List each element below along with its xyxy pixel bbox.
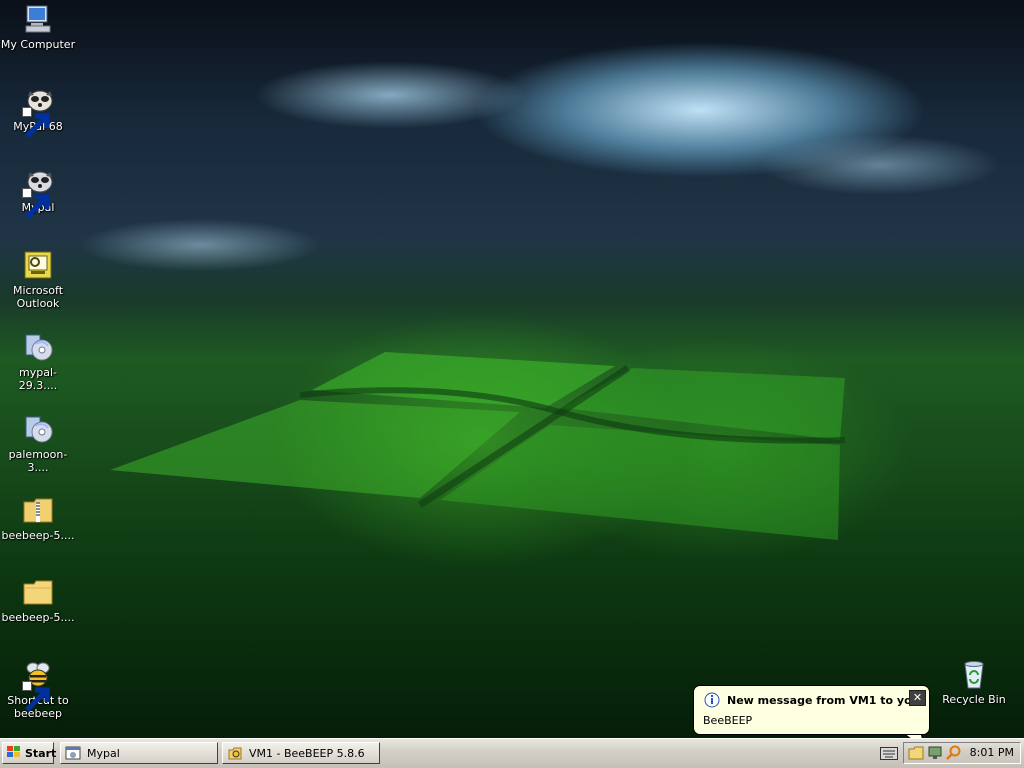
start-label: Start <box>25 746 57 760</box>
taskbar: Start Mypal VM1 - BeeBEEP 5.8.6 8:01 PM <box>0 738 1024 768</box>
notification-body: BeeBEEP <box>703 714 753 727</box>
folder-icon <box>22 576 54 608</box>
beebeep-icon <box>228 747 242 760</box>
start-button[interactable]: Start <box>2 742 57 764</box>
desktop-icon-shortcut-beebeep[interactable]: Shortcut to beebeep <box>0 659 76 720</box>
windows-logo-icon <box>6 745 22 762</box>
raccoon-icon <box>22 85 54 138</box>
recycle-bin-icon <box>958 658 990 690</box>
desktop-icon-label: beebeep-5.... <box>1 529 75 542</box>
desktop-icon-label: mypal-29.3.... <box>18 366 58 392</box>
notification-title: New message from VM1 to you <box>727 694 920 707</box>
zip-folder-icon <box>22 494 54 526</box>
installer-icon <box>22 331 54 363</box>
shortcut-arrow-icon <box>22 188 50 219</box>
info-icon <box>704 692 720 708</box>
keyboard-icon[interactable] <box>880 747 898 760</box>
desktop-icon-beebeep-folder[interactable]: beebeep-5.... <box>0 576 76 624</box>
desktop-icon-mypal[interactable]: Mypal <box>0 166 76 219</box>
raccoon-icon <box>22 166 54 219</box>
shortcut-arrow-icon <box>22 681 50 712</box>
folder-tray-icon[interactable] <box>908 745 924 761</box>
desktop-icon-label: My Computer <box>0 38 76 51</box>
desktop-icon-label: beebeep-5.... <box>1 611 75 624</box>
wallpaper-window-logo <box>110 352 846 540</box>
notification-balloon[interactable]: New message from VM1 to you BeeBEEP ✕ <box>693 685 930 735</box>
computer-icon <box>22 3 54 35</box>
desktop-icon-mypal-installer[interactable]: mypal-29.3.... <box>0 331 76 392</box>
taskbar-button-label: Mypal <box>87 746 120 760</box>
desktop-icon-microsoft-outlook[interactable]: Microsoft Outlook <box>0 249 76 310</box>
search-icon[interactable] <box>946 745 962 761</box>
desktop-icon-label: palemoon-3.... <box>8 448 68 474</box>
desktop-icon-beebeep-zip[interactable]: beebeep-5.... <box>0 494 76 542</box>
taskbar-button-mypal[interactable]: Mypal <box>60 742 218 764</box>
desktop[interactable]: My Computer MyPal 68 Mypal Microsoft Out… <box>0 0 1024 738</box>
desktop-icon-recycle-bin[interactable]: Recycle Bin <box>936 658 1012 706</box>
browser-icon <box>65 746 81 760</box>
outlook-icon <box>22 249 54 281</box>
desktop-icon-my-computer[interactable]: My Computer <box>0 3 76 51</box>
network-tray-icon[interactable] <box>927 745 943 761</box>
desktop-icon-palemoon-installer[interactable]: palemoon-3.... <box>0 413 76 474</box>
bee-icon <box>22 659 54 712</box>
close-icon[interactable]: ✕ <box>909 690 926 706</box>
taskbar-button-label: VM1 - BeeBEEP 5.8.6 <box>249 746 365 760</box>
system-tray: 8:01 PM <box>903 742 1021 764</box>
desktop-icon-mypal-68[interactable]: MyPal 68 <box>0 85 76 138</box>
shortcut-arrow-icon <box>22 107 50 138</box>
desktop-icon-label: Recycle Bin <box>942 693 1006 706</box>
clock[interactable]: 8:01 PM <box>970 743 1014 763</box>
taskbar-button-beebeep[interactable]: VM1 - BeeBEEP 5.8.6 <box>222 742 380 764</box>
desktop-icon-label: Microsoft Outlook <box>12 284 64 310</box>
installer-icon <box>22 413 54 445</box>
